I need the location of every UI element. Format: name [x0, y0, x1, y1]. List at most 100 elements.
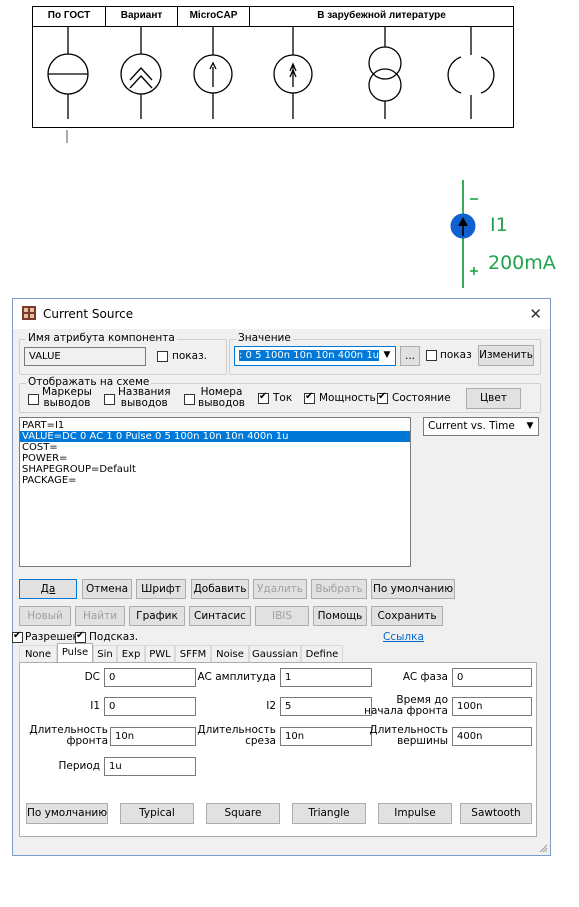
ok-button[interactable]: Да: [19, 579, 77, 599]
preset-typical-button[interactable]: Typical: [120, 803, 194, 824]
plot-type-select[interactable]: Current vs. Time ▼: [423, 417, 539, 436]
tab-define[interactable]: Define: [301, 645, 343, 663]
display-group: Отображать на схеме Маркеры выводов Назва…: [19, 376, 541, 413]
find-button[interactable]: Найти: [75, 606, 125, 626]
tab-exp[interactable]: Exp: [117, 645, 145, 663]
new-button[interactable]: Новый: [19, 606, 71, 626]
power-label: Мощность: [319, 392, 376, 404]
preset-triangle-button[interactable]: Triangle: [292, 803, 366, 824]
stray-tick: [66, 130, 68, 143]
ac-amplitude-field[interactable]: 1: [280, 668, 372, 687]
delay-label: Время до начала фронта: [364, 694, 448, 717]
plot-type-value: Current vs. Time: [428, 420, 515, 432]
attr-name-field[interactable]: VALUE: [24, 347, 146, 366]
tab-noise[interactable]: Noise: [211, 645, 249, 663]
tab-gaussian[interactable]: Gaussian: [249, 645, 301, 663]
variant-current-source-symbol: [120, 27, 162, 119]
title-bar[interactable]: Current Source ✕: [13, 299, 550, 329]
period-field[interactable]: 1u: [104, 757, 196, 776]
markers-label: Маркеры выводов: [42, 386, 92, 409]
plot-button[interactable]: График: [129, 606, 185, 626]
rise-time-field[interactable]: 10n: [110, 727, 196, 746]
i2-label: I2: [266, 700, 276, 712]
tab-sin[interactable]: Sin: [93, 645, 117, 663]
close-icon[interactable]: ✕: [529, 299, 542, 329]
preset-square-button[interactable]: Square: [206, 803, 280, 824]
preset-impulse-button[interactable]: Impulse: [378, 803, 452, 824]
tab-pwl[interactable]: PWL: [145, 645, 175, 663]
pulse-width-field[interactable]: 400n: [452, 727, 532, 746]
ibis-button[interactable]: IBIS: [255, 606, 309, 626]
select-button[interactable]: Выбрать: [311, 579, 367, 599]
enabled-label: Разрешен: [25, 631, 80, 643]
pulse-tab-panel: DC 0 AC амплитуда 1 AC фаза 0 I1 0 I2 5 …: [19, 662, 537, 837]
delay-field[interactable]: 100n: [452, 697, 532, 716]
hint-label: Подсказ.: [89, 631, 139, 643]
power-checkbox[interactable]: [304, 391, 315, 404]
syntax-button[interactable]: Синтасис: [189, 606, 251, 626]
fall-time-field[interactable]: 10n: [280, 727, 372, 746]
chevron-down-icon[interactable]: ▼: [379, 347, 395, 364]
reference-link[interactable]: Ссылка: [383, 631, 424, 643]
tab-pulse[interactable]: Pulse: [57, 643, 93, 664]
component-ref-label: I1: [490, 214, 508, 236]
i2-field[interactable]: 5: [280, 697, 372, 716]
current-source-dialog: Current Source ✕ Имя атрибута компонента…: [12, 298, 551, 856]
preset-sawtooth-button[interactable]: Sawtooth: [460, 803, 532, 824]
help-button[interactable]: Помощь: [313, 606, 367, 626]
ac-phase-label: AC фаза: [402, 671, 448, 683]
foreign-double-circle-symbol: [368, 27, 402, 119]
i1-field[interactable]: 0: [104, 697, 196, 716]
ac-phase-field[interactable]: 0: [452, 668, 532, 687]
default-button[interactable]: По умолчанию: [371, 579, 455, 599]
app-icon: [22, 306, 36, 320]
add-button[interactable]: Добавить: [191, 579, 249, 599]
preset-default-button[interactable]: По умолчанию: [26, 803, 108, 824]
list-item[interactable]: POWER=: [20, 453, 410, 464]
pin-names-label: Названия выводов: [118, 386, 171, 409]
cancel-button[interactable]: Отмена: [82, 579, 132, 599]
pin-names-checkbox[interactable]: [104, 394, 115, 405]
attr-name-group-label: Имя атрибута компонента: [26, 332, 177, 344]
foreign-arrow-source-symbol: [273, 27, 313, 119]
list-item[interactable]: SHAPEGROUP=Default: [20, 464, 410, 475]
list-item-selected[interactable]: VALUE=DC 0 AC 1 0 Pulse 0 5 100n 10n 10n…: [20, 431, 410, 442]
markers-checkbox[interactable]: [28, 394, 39, 405]
foreign-arc-source-symbol: [447, 27, 495, 119]
list-item[interactable]: COST=: [20, 442, 410, 453]
enabled-checkbox[interactable]: [12, 630, 23, 643]
chevron-down-icon[interactable]: ▼: [522, 418, 538, 435]
state-label: Состояние: [392, 392, 451, 404]
delete-button[interactable]: Удалить: [253, 579, 307, 599]
value-text: : 0 5 100n 10n 10n 400n 1u: [239, 350, 380, 361]
schematic-current-source[interactable]: I1 200mA: [430, 180, 579, 290]
value-combobox[interactable]: : 0 5 100n 10n 10n 400n 1u ▼: [234, 346, 396, 366]
color-button[interactable]: Цвет: [466, 388, 521, 409]
attr-name-show-label: показ.: [172, 350, 207, 362]
dc-field[interactable]: 0: [104, 668, 196, 687]
microcap-current-source-symbol: [193, 27, 233, 119]
attr-name-group: Имя атрибута компонента VALUE показ.: [19, 332, 227, 375]
ellipsis-button[interactable]: ...: [400, 346, 420, 366]
list-item[interactable]: PART=I1: [20, 420, 410, 431]
value-show-checkbox[interactable]: [426, 350, 437, 361]
change-button[interactable]: Изменить: [478, 345, 534, 366]
attribute-list[interactable]: PART=I1 VALUE=DC 0 AC 1 0 Pulse 0 5 100n…: [19, 417, 411, 567]
value-show-label: показ: [440, 349, 472, 361]
state-checkbox[interactable]: [377, 391, 388, 404]
symbol-table: По ГОСТ Вариант MicroCAP В зарубежной ли…: [32, 6, 514, 128]
save-button[interactable]: Сохранить: [371, 606, 443, 626]
rise-time-label: Длительность фронта: [29, 724, 108, 747]
list-item[interactable]: PACKAGE=: [20, 475, 410, 486]
dc-label: DC: [84, 671, 100, 683]
value-group-label: Значение: [236, 332, 293, 344]
attr-name-show-checkbox[interactable]: [157, 351, 168, 362]
tab-none[interactable]: None: [19, 645, 57, 663]
resize-grip-icon[interactable]: [538, 843, 548, 853]
tab-sffm[interactable]: SFFM: [175, 645, 211, 663]
pulse-width-label: Длительность вершины: [369, 724, 448, 747]
font-button[interactable]: Шрифт: [136, 579, 186, 599]
current-checkbox[interactable]: [258, 391, 269, 404]
hint-checkbox[interactable]: [75, 630, 86, 643]
pin-numbers-checkbox[interactable]: [184, 394, 195, 405]
